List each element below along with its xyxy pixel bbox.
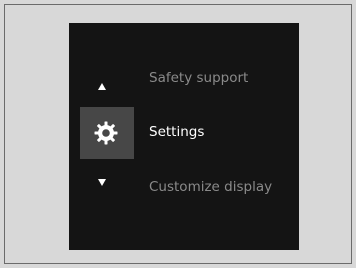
figure-frame: Safety support Settings Customize displa… bbox=[4, 4, 352, 264]
menu-item-settings[interactable]: Settings bbox=[149, 124, 204, 140]
menu-item-safety-support[interactable]: Safety support bbox=[149, 70, 248, 86]
menu-item-customize-display[interactable]: Customize display bbox=[149, 179, 272, 195]
gear-icon bbox=[94, 121, 118, 145]
arrow-down-icon[interactable] bbox=[98, 179, 106, 186]
display-screen: Safety support Settings Customize displa… bbox=[69, 23, 299, 250]
arrow-up-icon[interactable] bbox=[98, 83, 106, 90]
